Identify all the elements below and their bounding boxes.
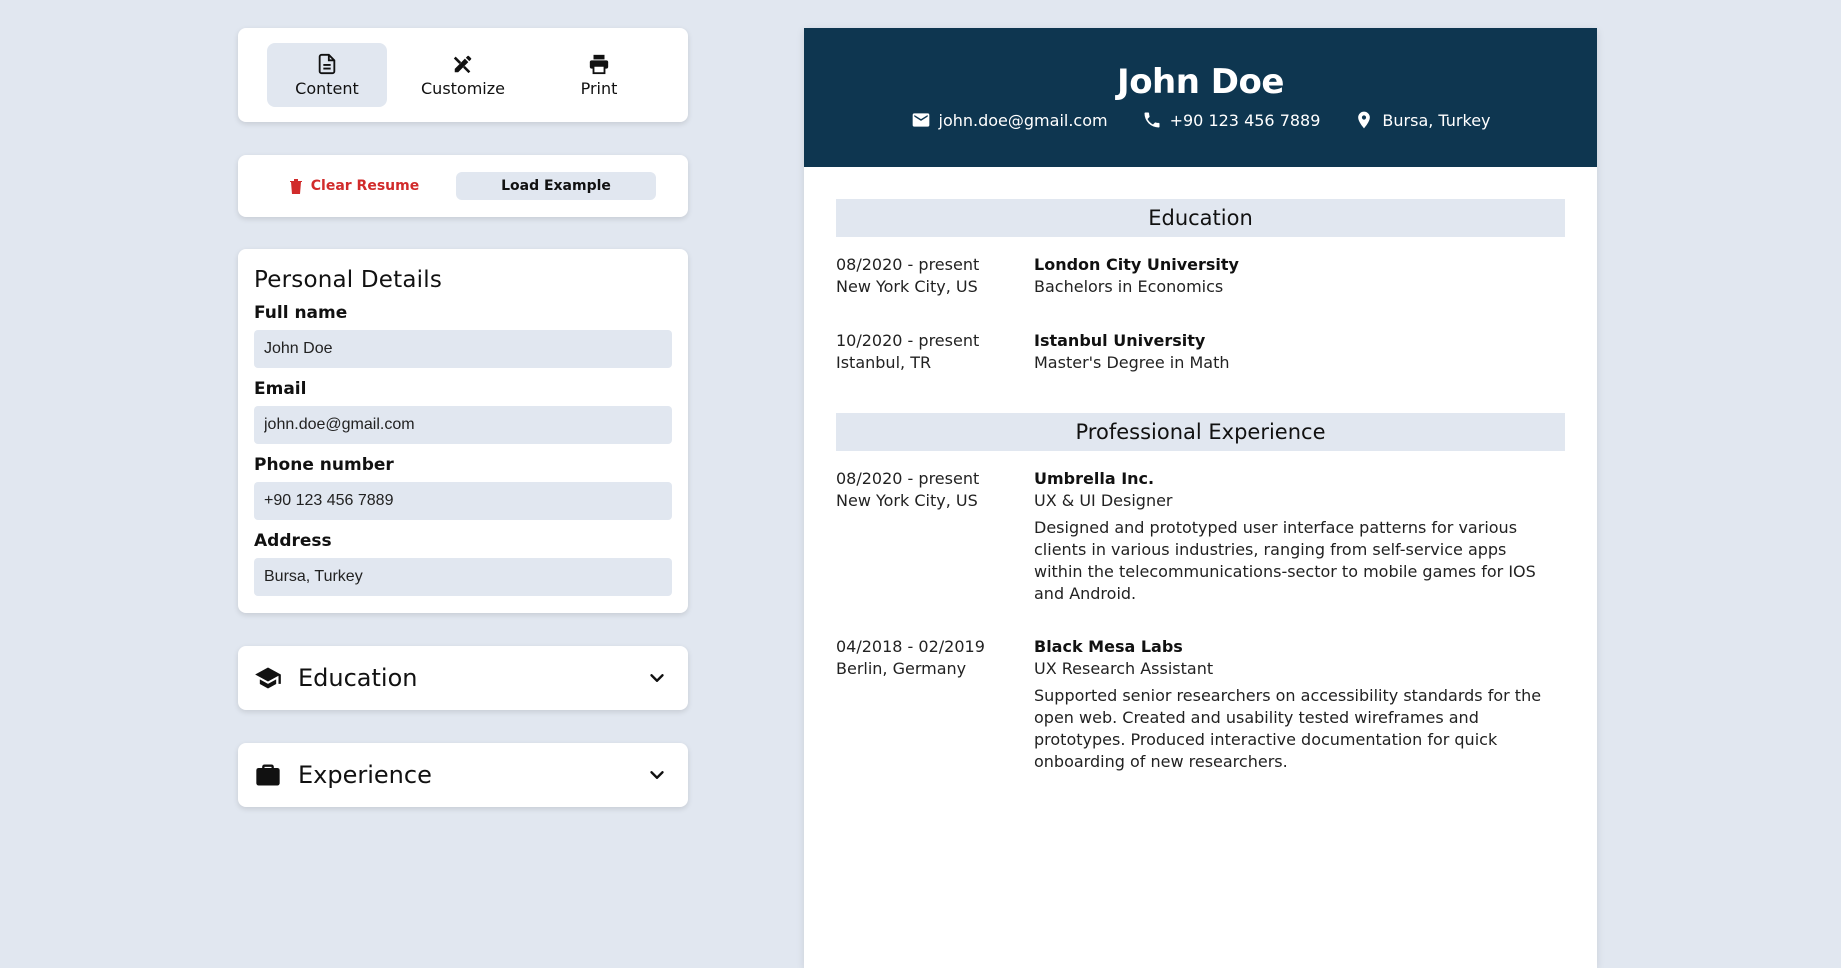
view-tabs: Content Customize Print xyxy=(238,28,688,122)
full-name-input[interactable] xyxy=(254,330,672,368)
entry-role: UX & UI Designer xyxy=(1034,491,1173,510)
entry-description: Supported senior researchers on accessib… xyxy=(1034,686,1542,771)
resume-preview: John Doe john.doe@gmail.com +90 123 456 … xyxy=(804,28,1597,968)
resume-header: John Doe john.doe@gmail.com +90 123 456 … xyxy=(804,28,1597,167)
resume-email-text: john.doe@gmail.com xyxy=(938,110,1108,130)
entry-date: 08/2020 - present xyxy=(836,255,980,274)
entry-org: Istanbul University xyxy=(1034,331,1206,350)
entry-date: 10/2020 - present xyxy=(836,331,980,350)
personal-details-form: Personal Details Full name Email Phone n… xyxy=(238,249,688,613)
resume-phone: +90 123 456 7889 xyxy=(1142,110,1321,130)
experience-entry: 04/2018 - 02/2019 Berlin, Germany Black … xyxy=(836,636,1565,773)
address-label: Address xyxy=(254,531,332,551)
resume-address-text: Bursa, Turkey xyxy=(1382,110,1491,130)
phone-input[interactable] xyxy=(254,482,672,520)
resume-address: Bursa, Turkey xyxy=(1354,110,1491,130)
phone-label: Phone number xyxy=(254,455,394,475)
entry-date: 08/2020 - present xyxy=(836,469,980,488)
resume-experience-title: Professional Experience xyxy=(836,413,1565,451)
trash-icon xyxy=(289,179,302,194)
document-icon xyxy=(318,53,336,74)
tab-print[interactable]: Print xyxy=(539,43,659,107)
resume-name: John Doe xyxy=(1117,62,1284,102)
full-name-label: Full name xyxy=(254,303,348,323)
experience-section-toggle[interactable]: Experience xyxy=(238,743,688,807)
entry-location: New York City, US xyxy=(836,277,978,296)
resume-email: john.doe@gmail.com xyxy=(911,110,1108,130)
email-label: Email xyxy=(254,379,307,399)
printer-icon xyxy=(589,54,609,74)
chevron-down-icon xyxy=(650,674,664,682)
entry-location: Istanbul, TR xyxy=(836,353,932,372)
briefcase-icon xyxy=(256,764,280,786)
education-section-title: Education xyxy=(298,664,418,692)
clear-resume-label: Clear Resume xyxy=(310,178,420,194)
education-entry: 08/2020 - present New York City, US Lond… xyxy=(836,254,1565,298)
education-entry: 10/2020 - present Istanbul, TR Istanbul … xyxy=(836,330,1565,374)
personal-details-title: Personal Details xyxy=(254,267,443,293)
tab-customize-label: Customize xyxy=(421,78,505,98)
tab-print-label: Print xyxy=(580,78,618,98)
tab-customize[interactable]: Customize xyxy=(403,43,523,107)
experience-section-title: Experience xyxy=(298,761,432,789)
resume-contacts: john.doe@gmail.com +90 123 456 7889 Burs… xyxy=(911,110,1491,130)
location-pin-icon xyxy=(1358,111,1371,129)
clear-resume-button[interactable]: Clear Resume xyxy=(254,172,454,200)
graduation-cap-icon xyxy=(255,667,281,689)
entry-role: Bachelors in Economics xyxy=(1034,277,1224,296)
resume-body: Education 08/2020 - present New York Cit… xyxy=(804,167,1597,773)
experience-entry: 08/2020 - present New York City, US Umbr… xyxy=(836,468,1565,605)
tab-content-label: Content xyxy=(295,78,359,98)
load-example-label: Load Example xyxy=(501,178,611,194)
load-example-button[interactable]: Load Example xyxy=(456,172,656,200)
entry-role: UX Research Assistant xyxy=(1034,659,1214,678)
address-input[interactable] xyxy=(254,558,672,596)
phone-icon xyxy=(1144,112,1160,128)
entry-role: Master's Degree in Math xyxy=(1034,353,1230,372)
entry-org: Black Mesa Labs xyxy=(1034,637,1183,656)
resume-phone-text: +90 123 456 7889 xyxy=(1169,110,1321,130)
education-section-toggle[interactable]: Education xyxy=(238,646,688,710)
entry-description: Designed and prototyped user interface p… xyxy=(1034,518,1536,603)
entry-location: New York City, US xyxy=(836,491,978,510)
entry-org: London City University xyxy=(1034,255,1239,274)
tab-content[interactable]: Content xyxy=(267,43,387,107)
entry-date: 04/2018 - 02/2019 xyxy=(836,637,985,656)
chevron-down-icon xyxy=(650,771,664,779)
resume-education-title: Education xyxy=(836,199,1565,237)
email-input[interactable] xyxy=(254,406,672,444)
resume-actions: Clear Resume Load Example xyxy=(238,155,688,217)
design-tools-icon xyxy=(453,55,472,73)
mail-icon xyxy=(912,113,929,127)
entry-org: Umbrella Inc. xyxy=(1034,469,1155,488)
entry-location: Berlin, Germany xyxy=(836,659,967,678)
